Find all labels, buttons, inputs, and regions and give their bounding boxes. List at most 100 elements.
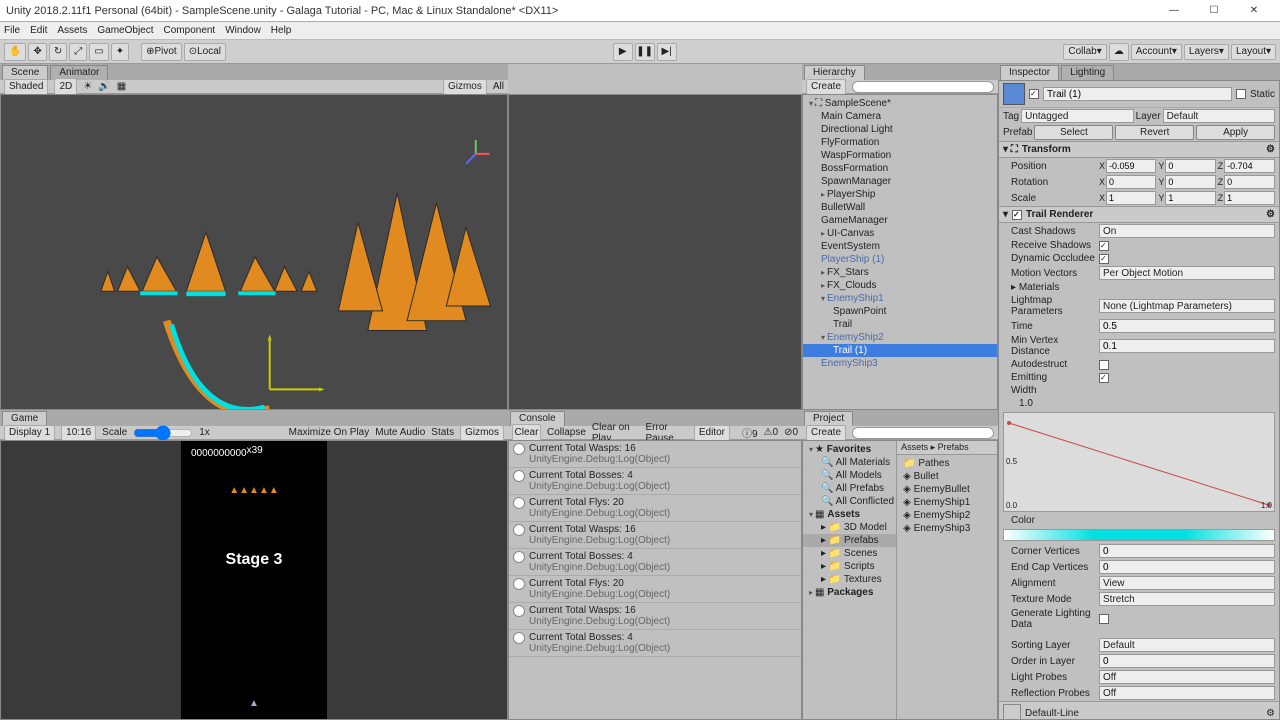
- hierarchy-item[interactable]: EnemyShip1: [803, 292, 997, 305]
- log-item[interactable]: Current Total Wasps: 16UnityEngine.Debug…: [509, 441, 801, 468]
- log-item[interactable]: Current Total Bosses: 4UnityEngine.Debug…: [509, 468, 801, 495]
- asset-item[interactable]: ◈ Bullet: [897, 470, 997, 483]
- step-button[interactable]: ▶|: [657, 43, 677, 61]
- prefab-apply[interactable]: Apply: [1196, 125, 1275, 140]
- transform-component[interactable]: ▾ ⛶ Transform⚙: [999, 141, 1279, 158]
- hierarchy-item[interactable]: Trail (1): [803, 344, 997, 357]
- asset-item[interactable]: 📁 Pathes: [897, 457, 997, 470]
- log-item[interactable]: Current Total Bosses: 4UnityEngine.Debug…: [509, 630, 801, 657]
- warn-count[interactable]: ⚠0: [764, 427, 779, 438]
- texture-mode-dropdown[interactable]: Stretch: [1099, 592, 1275, 606]
- menu-assets[interactable]: Assets: [57, 25, 87, 36]
- menu-help[interactable]: Help: [271, 25, 292, 36]
- display-dropdown[interactable]: Display 1: [4, 425, 55, 441]
- hierarchy-item[interactable]: UI-Canvas: [803, 227, 997, 240]
- active-checkbox[interactable]: [1029, 89, 1039, 99]
- autodestruct-checkbox[interactable]: [1099, 360, 1109, 370]
- layers-dropdown[interactable]: Layers ▾: [1184, 44, 1229, 60]
- play-button[interactable]: ▶: [613, 43, 633, 61]
- favorite-item[interactable]: 🔍 All Materials: [803, 456, 896, 469]
- collapse-toggle[interactable]: Collapse: [547, 427, 586, 438]
- hierarchy-item[interactable]: EnemyShip3: [803, 357, 997, 370]
- tag-dropdown[interactable]: Untagged: [1021, 109, 1133, 123]
- shaded-dropdown[interactable]: Shaded: [4, 79, 48, 95]
- hierarchy-item[interactable]: FX_Stars: [803, 266, 997, 279]
- sorting-layer-dropdown[interactable]: Default: [1099, 638, 1275, 652]
- assets-folder[interactable]: ▦ Assets: [803, 508, 896, 521]
- menu-file[interactable]: File: [4, 25, 20, 36]
- cloud-button[interactable]: ☁: [1109, 43, 1129, 61]
- hierarchy-tree[interactable]: ⛶ SampleScene* Main CameraDirectional Li…: [802, 94, 998, 410]
- dynamic-occludee-checkbox[interactable]: [1099, 254, 1109, 264]
- hierarchy-item[interactable]: Main Camera: [803, 110, 997, 123]
- tab-inspector[interactable]: Inspector: [1000, 65, 1059, 80]
- hierarchy-item[interactable]: PlayerShip: [803, 188, 997, 201]
- light-probes-dropdown[interactable]: Off: [1099, 670, 1275, 684]
- info-count[interactable]: ⓘ9: [742, 425, 758, 440]
- folder-item[interactable]: ▸ 📁 Textures: [803, 573, 896, 586]
- game-gizmos[interactable]: Gizmos: [460, 425, 504, 441]
- min-vertex-field[interactable]: [1099, 339, 1275, 353]
- pause-button[interactable]: ❚❚: [635, 43, 655, 61]
- log-item[interactable]: Current Total Flys: 20UnityEngine.Debug:…: [509, 576, 801, 603]
- gen-lighting-checkbox[interactable]: [1099, 614, 1109, 624]
- tab-lighting[interactable]: Lighting: [1061, 65, 1114, 80]
- asset-item[interactable]: ◈ EnemyBullet: [897, 483, 997, 496]
- corner-verts-field[interactable]: [1099, 544, 1275, 558]
- material-slot[interactable]: Default-Line⚙: [999, 701, 1279, 720]
- trail-renderer-component[interactable]: ▾ Trail Renderer⚙: [999, 206, 1279, 223]
- hierarchy-item[interactable]: EnemyShip2: [803, 331, 997, 344]
- hand-tool[interactable]: ✋: [4, 43, 26, 61]
- close-button[interactable]: ✕: [1234, 1, 1274, 21]
- order-layer-field[interactable]: [1099, 654, 1275, 668]
- game-view[interactable]: 0000000000 x39 ▲▲▲▲▲ Stage 3 ▲: [0, 440, 508, 720]
- folder-item[interactable]: ▸ 📁 Scenes: [803, 547, 896, 560]
- asset-item[interactable]: ◈ EnemyShip2: [897, 509, 997, 522]
- fx-icon[interactable]: ▦: [117, 81, 126, 92]
- asset-item[interactable]: ◈ EnemyShip3: [897, 522, 997, 535]
- motion-vectors-dropdown[interactable]: Per Object Motion: [1099, 266, 1275, 280]
- audio-icon[interactable]: 🔊: [98, 81, 110, 92]
- project-search[interactable]: [852, 427, 994, 439]
- favorite-item[interactable]: 🔍 All Conflicted: [803, 495, 896, 508]
- folder-item[interactable]: ▸ 📁 Scripts: [803, 560, 896, 573]
- scl-x[interactable]: [1106, 191, 1156, 205]
- rot-y[interactable]: [1165, 175, 1215, 189]
- tab-scene[interactable]: Scene: [2, 65, 48, 80]
- clear-button[interactable]: Clear: [512, 424, 541, 442]
- maximize-toggle[interactable]: Maximize On Play: [289, 427, 370, 438]
- layout-dropdown[interactable]: Layout ▾: [1231, 44, 1276, 60]
- scene-view[interactable]: [0, 94, 508, 410]
- log-item[interactable]: Current Total Wasps: 16UnityEngine.Debug…: [509, 603, 801, 630]
- prefab-select[interactable]: Select: [1034, 125, 1113, 140]
- favorite-item[interactable]: 🔍 All Models: [803, 469, 896, 482]
- tab-game[interactable]: Game: [2, 411, 47, 426]
- scl-z[interactable]: [1224, 191, 1275, 205]
- hierarchy-item[interactable]: FX_Clouds: [803, 279, 997, 292]
- rot-z[interactable]: [1224, 175, 1275, 189]
- menu-component[interactable]: Component: [164, 25, 216, 36]
- stats-toggle[interactable]: Stats: [431, 427, 454, 438]
- hierarchy-item[interactable]: SpawnManager: [803, 175, 997, 188]
- mute-toggle[interactable]: Mute Audio: [375, 427, 425, 438]
- error-count[interactable]: ⊘0: [784, 427, 798, 438]
- hierarchy-item[interactable]: WaspFormation: [803, 149, 997, 162]
- materials-foldout[interactable]: ▸ Materials: [1003, 282, 1097, 293]
- pivot-toggle[interactable]: ⊕ Pivot: [141, 43, 182, 61]
- minimize-button[interactable]: —: [1154, 1, 1194, 21]
- log-item[interactable]: Current Total Flys: 20UnityEngine.Debug:…: [509, 495, 801, 522]
- alignment-dropdown[interactable]: View: [1099, 576, 1275, 590]
- favorite-item[interactable]: 🔍 All Prefabs: [803, 482, 896, 495]
- refl-probes-dropdown[interactable]: Off: [1099, 686, 1275, 700]
- hierarchy-item[interactable]: GameManager: [803, 214, 997, 227]
- local-toggle[interactable]: ⊙ Local: [184, 43, 226, 61]
- log-item[interactable]: Current Total Bosses: 4UnityEngine.Debug…: [509, 549, 801, 576]
- maximize-button[interactable]: ☐: [1194, 1, 1234, 21]
- layer-dropdown[interactable]: Default: [1163, 109, 1275, 123]
- hierarchy-item[interactable]: PlayerShip (1): [803, 253, 997, 266]
- project-create[interactable]: Create: [806, 425, 846, 441]
- log-item[interactable]: Current Total Wasps: 16UnityEngine.Debug…: [509, 522, 801, 549]
- packages-folder[interactable]: ▦ Packages: [803, 586, 896, 599]
- hierarchy-item[interactable]: EventSystem: [803, 240, 997, 253]
- object-name-field[interactable]: [1043, 87, 1232, 101]
